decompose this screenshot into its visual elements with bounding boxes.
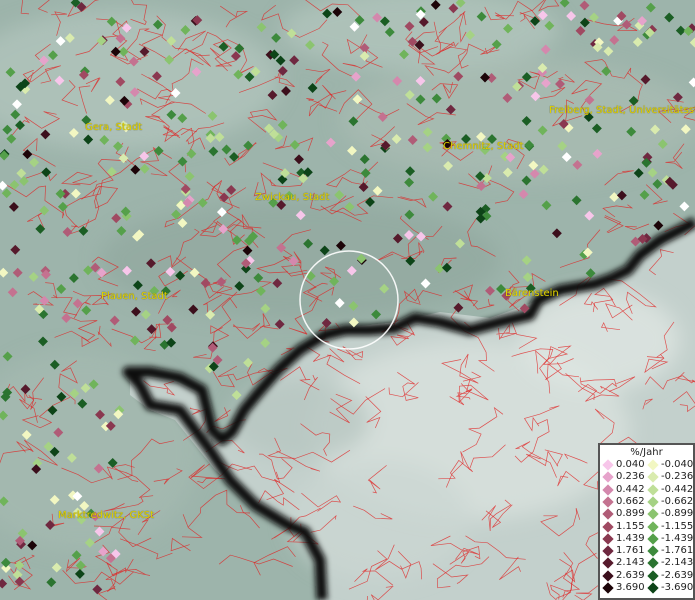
legend-value: 1.761: [616, 545, 645, 557]
legend-value: 2.143: [616, 557, 645, 569]
legend-swatch: [647, 496, 659, 508]
legend-swatch: [647, 459, 659, 471]
legend-swatch: [647, 545, 659, 557]
label-marktredwitz: Marktredwitz, GKSt: [58, 510, 155, 521]
legend-swatch: [647, 557, 659, 570]
legend-swatch: [602, 557, 614, 570]
legend-swatch: [647, 582, 659, 594]
legend-value: -0.662: [661, 495, 694, 507]
legend-swatch: [647, 570, 659, 582]
label-baerenstein: Bärenstein: [505, 288, 559, 299]
legend-swatch: [647, 483, 659, 496]
legend-swatch: [602, 570, 614, 582]
legend-value: -1.155: [661, 520, 694, 532]
legend-value: 2.639: [616, 569, 645, 581]
legend-value: -1.761: [661, 545, 694, 557]
legend: %/Jahr 0.040 -0.040 0.236 -0.236 0.442 -0.442…: [598, 443, 695, 600]
legend-value: -0.442: [661, 483, 694, 495]
legend-value: -2.639: [661, 569, 694, 581]
legend-swatch: [602, 471, 614, 483]
legend-value: -0.040: [661, 459, 694, 470]
label-chemnitz: Chemnitz, Stadt: [443, 141, 524, 152]
legend-swatch: [602, 459, 614, 471]
legend-value: 0.899: [616, 508, 645, 520]
legend-swatch: [602, 508, 614, 520]
map-canvas[interactable]: Gera, Stadt Chemnitz, Stadt Freiberg, St…: [0, 0, 695, 600]
label-gera: Gera, Stadt: [85, 122, 143, 133]
label-freiberg: Freiberg, Stadt, Universitätsst: [549, 105, 695, 116]
legend-value: 0.662: [616, 495, 645, 507]
label-zwickau: Zwickau, Stadt: [255, 192, 330, 203]
legend-value: -1.439: [661, 532, 694, 544]
legend-swatch: [602, 496, 614, 508]
legend-swatch: [602, 483, 614, 496]
legend-swatch: [602, 545, 614, 557]
legend-swatch: [602, 582, 614, 594]
label-plauen: Plauen, Stadt: [101, 291, 168, 302]
legend-value: -0.899: [661, 508, 694, 520]
legend-swatch: [602, 533, 614, 545]
legend-swatch: [602, 520, 614, 533]
legend-value: 0.236: [616, 471, 645, 483]
legend-swatch: [647, 520, 659, 533]
legend-value: -3.690: [661, 582, 694, 593]
legend-swatch: [647, 533, 659, 545]
legend-swatch: [647, 508, 659, 520]
legend-value: 0.040: [616, 459, 645, 470]
legend-value: 0.442: [616, 483, 645, 495]
legend-value: -0.236: [661, 471, 694, 483]
legend-swatch: [647, 471, 659, 483]
legend-value: 3.690: [616, 582, 645, 593]
legend-value: 1.155: [616, 520, 645, 532]
legend-value: 1.439: [616, 532, 645, 544]
legend-value: -2.143: [661, 557, 694, 569]
